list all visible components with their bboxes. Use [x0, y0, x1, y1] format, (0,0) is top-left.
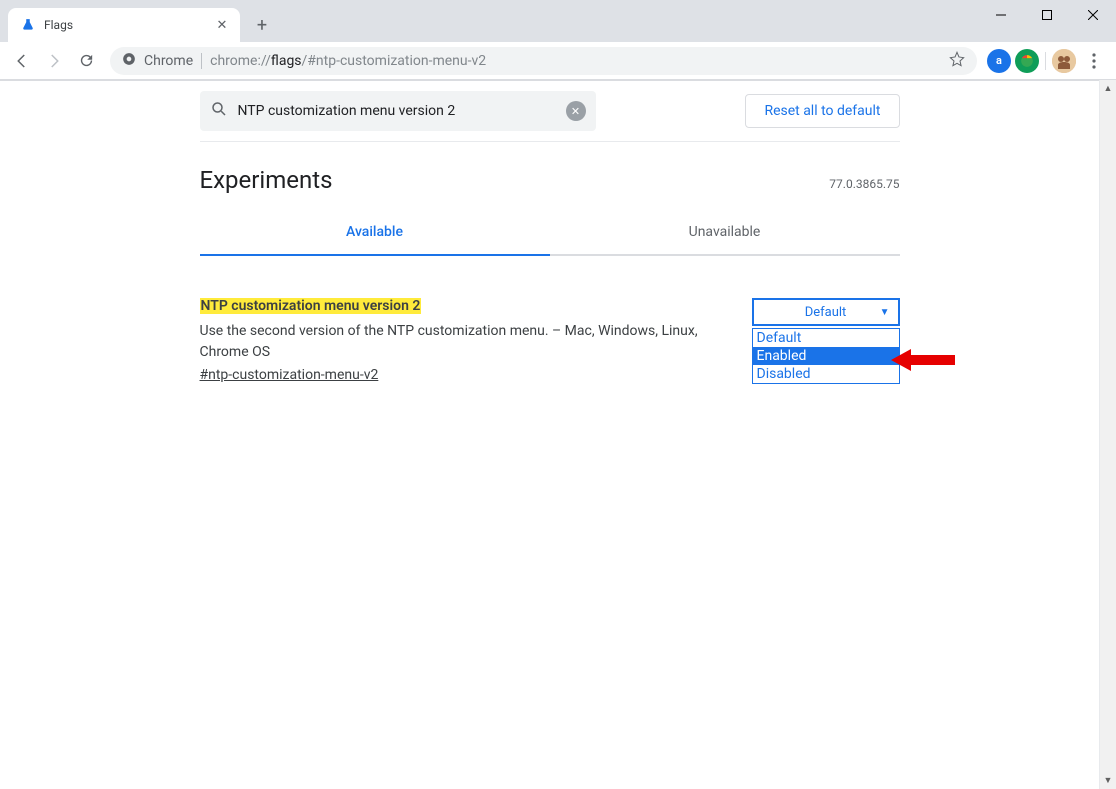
star-icon[interactable] — [949, 51, 965, 71]
back-button[interactable] — [8, 47, 36, 75]
tab-available[interactable]: Available — [200, 210, 550, 256]
dropdown-options-list: Default Enabled Disabled — [752, 328, 900, 384]
dropdown-selected-value: Default — [805, 305, 847, 320]
forward-button[interactable] — [40, 47, 68, 75]
page-title: Experiments — [200, 166, 333, 194]
flag-title: NTP customization menu version 2 — [200, 298, 422, 314]
flags-search-input[interactable] — [238, 103, 556, 119]
flag-anchor-link[interactable]: #ntp-customization-menu-v2 — [200, 367, 379, 383]
annotation-arrow-icon — [891, 347, 955, 373]
window-titlebar: Flags ✕ + — [0, 0, 1116, 42]
url-scheme-label: Chrome — [144, 53, 202, 69]
dropdown-option-default[interactable]: Default — [753, 329, 899, 347]
flag-state-dropdown[interactable]: Default ▼ — [752, 298, 900, 326]
chrome-page-icon — [122, 52, 136, 70]
address-bar[interactable]: Chrome chrome://flags/#ntp-customization… — [110, 47, 977, 75]
tab-unavailable[interactable]: Unavailable — [550, 210, 900, 256]
minimize-button[interactable] — [978, 0, 1024, 30]
tab-title: Flags — [44, 18, 214, 32]
flags-tabs: Available Unavailable — [200, 210, 900, 256]
browser-tab[interactable]: Flags ✕ — [8, 8, 240, 42]
clear-search-icon[interactable]: ✕ — [566, 101, 586, 121]
window-controls — [978, 0, 1116, 30]
flags-search-box[interactable]: ✕ — [200, 91, 596, 131]
scroll-up-button[interactable]: ▲ — [1100, 80, 1116, 97]
version-label: 77.0.3865.75 — [829, 177, 899, 191]
flag-entry: NTP customization menu version 2 Use the… — [200, 256, 900, 383]
scrollbar-track[interactable] — [1100, 97, 1116, 772]
browser-toolbar: Chrome chrome://flags/#ntp-customization… — [0, 42, 1116, 80]
reload-button[interactable] — [72, 47, 100, 75]
profile-avatar[interactable] — [1052, 49, 1076, 73]
extension-a-icon[interactable]: a — [987, 49, 1011, 73]
dropdown-option-enabled[interactable]: Enabled — [753, 347, 899, 365]
dropdown-option-disabled[interactable]: Disabled — [753, 365, 899, 383]
reset-all-button[interactable]: Reset all to default — [745, 94, 899, 128]
maximize-button[interactable] — [1024, 0, 1070, 30]
new-tab-button[interactable]: + — [248, 11, 276, 39]
chevron-down-icon: ▼ — [880, 307, 890, 318]
flask-icon — [20, 17, 36, 33]
extension-b-icon[interactable] — [1015, 49, 1039, 73]
url-text: chrome://flags/#ntp-customization-menu-v… — [210, 53, 486, 69]
close-tab-icon[interactable]: ✕ — [214, 17, 230, 33]
page-viewport: ✕ Reset all to default Experiments 77.0.… — [0, 80, 1099, 789]
close-window-button[interactable] — [1070, 0, 1116, 30]
flag-description: Use the second version of the NTP custom… — [200, 321, 732, 363]
menu-button[interactable] — [1080, 47, 1108, 75]
vertical-scrollbar[interactable]: ▲ ▼ — [1099, 80, 1116, 789]
toolbar-separator — [1045, 52, 1046, 70]
scroll-down-button[interactable]: ▼ — [1100, 772, 1116, 789]
search-icon — [210, 100, 228, 122]
